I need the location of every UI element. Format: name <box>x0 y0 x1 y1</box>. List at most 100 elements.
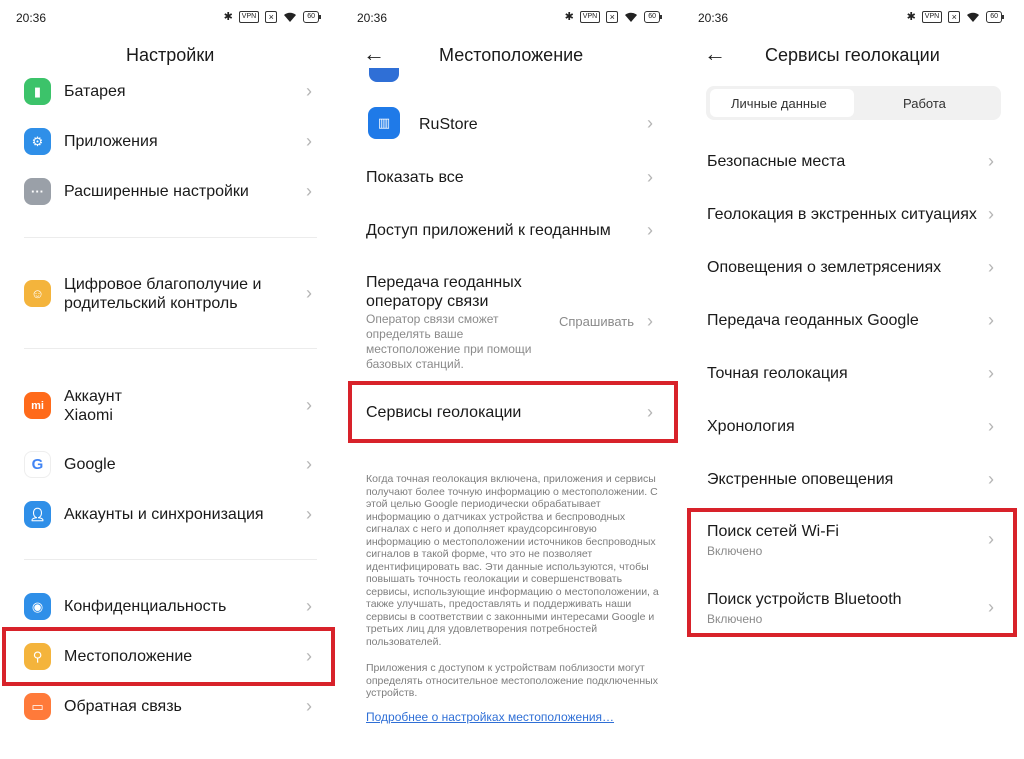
feedback-icon: ▭ <box>24 693 51 720</box>
item-label: Аккаунты и синхронизация <box>64 506 264 523</box>
geo-services-panel: 20:36 ✱ VPN × 60 ← Сервисы геолокации Ли… <box>682 0 1024 759</box>
settings-item-feedback[interactable]: ▭ Обратная связь › <box>0 691 341 721</box>
chevron-right-icon: › <box>988 363 994 383</box>
settings-item-advanced[interactable]: ··· Расширенные настройки › <box>0 176 341 206</box>
item-label: Оповещения о землетрясениях <box>707 259 942 276</box>
settings-panel: 20:36 ✱ VPN × 60 Настройки ▮ Батарея › ⚙… <box>0 0 341 759</box>
eye-icon: ◉ <box>24 593 51 620</box>
chevron-right-icon: › <box>306 283 312 303</box>
timeline-item[interactable]: Хронология › <box>682 415 1024 439</box>
emergency-location-item[interactable]: Геолокация в экстренных ситуациях › <box>682 203 1024 227</box>
carrier-geodata-item[interactable]: Передача геоданных оператору связи Опера… <box>341 272 682 372</box>
settings-item-battery[interactable]: ▮ Батарея › <box>0 76 341 106</box>
precise-location-item[interactable]: Точная геолокация › <box>682 362 1024 386</box>
divider <box>24 237 317 238</box>
app-icon-partial <box>369 68 399 82</box>
status-bar: 20:36 ✱ VPN × 60 <box>341 8 682 28</box>
chevron-right-icon: › <box>306 504 312 524</box>
settings-item-privacy[interactable]: ◉ Конфиденциальность › <box>0 591 341 621</box>
more-dots-icon: ··· <box>24 178 51 205</box>
location-description: Когда точная геолокация включена, прилож… <box>366 473 659 648</box>
item-label: Приложения <box>64 133 158 150</box>
chevron-right-icon: › <box>988 469 994 489</box>
divider <box>24 559 317 560</box>
sim-off-icon: × <box>606 10 619 23</box>
wifi-icon <box>966 11 980 23</box>
chevron-right-icon: › <box>306 81 312 101</box>
item-label: Батарея <box>64 83 126 100</box>
item-label: Точная геолокация <box>707 365 848 382</box>
vpn-icon: VPN <box>921 10 943 23</box>
item-label: Доступ приложений к геоданным <box>366 222 611 239</box>
gear-icon: ⚙ <box>24 128 51 155</box>
bluetooth-icon: ✱ <box>564 11 574 23</box>
settings-item-wellbeing[interactable]: ☺ Цифровое благополучие и родительский к… <box>0 272 341 316</box>
item-label: Геолокация в экстренных ситуациях <box>707 206 977 223</box>
item-label: Безопасные места <box>707 153 846 170</box>
battery-icon: 60 <box>644 10 662 23</box>
bluetooth-icon: ✱ <box>906 11 916 23</box>
battery-icon: 60 <box>303 10 321 23</box>
page-title: Сервисы геолокации <box>765 45 940 65</box>
page-title: Местоположение <box>439 45 584 65</box>
chevron-right-icon: › <box>647 167 653 187</box>
emergency-alerts-item[interactable]: Экстренные оповещения › <box>682 468 1024 492</box>
back-arrow-icon[interactable]: ← <box>704 42 726 66</box>
profile-tabs: Личные данные Работа <box>706 86 1001 120</box>
google-location-sharing-item[interactable]: Передача геоданных Google › <box>682 309 1024 333</box>
item-label: RuStore <box>419 116 478 133</box>
chevron-right-icon: › <box>306 454 312 474</box>
highlight-box <box>348 381 678 443</box>
status-time: 20:36 <box>16 11 47 25</box>
status-bar: 20:36 ✱ VPN × 60 <box>682 8 1024 28</box>
chevron-right-icon: › <box>988 416 994 436</box>
wifi-icon <box>624 11 638 23</box>
item-label: Обратная связь <box>64 698 182 715</box>
earthquake-alerts-item[interactable]: Оповещения о землетрясениях › <box>682 256 1024 280</box>
item-label: Конфиденциальность <box>64 598 227 615</box>
settings-item-xiaomi-account[interactable]: mi Аккаунт Xiaomi › <box>0 384 341 428</box>
status-bar: 20:36 ✱ VPN × 60 <box>0 8 341 28</box>
divider <box>24 348 317 349</box>
rustore-icon: ▥ <box>368 107 400 139</box>
chevron-right-icon: › <box>988 310 994 330</box>
battery-icon: 60 <box>986 10 1004 23</box>
item-label: Передача геоданных Google <box>707 312 919 329</box>
app-item-rustore[interactable]: ▥ RuStore › <box>341 106 682 140</box>
xiaomi-logo-icon: mi <box>24 392 51 419</box>
chevron-right-icon: › <box>988 257 994 277</box>
vpn-icon: VPN <box>238 10 260 23</box>
item-label: Передача геоданных оператору связи <box>366 274 522 310</box>
item-label: Хронология <box>707 418 795 435</box>
highlight-box <box>2 627 335 686</box>
status-time: 20:36 <box>357 11 388 25</box>
user-icon: 👤︎ <box>24 501 51 528</box>
location-settings-link[interactable]: Подробнее о настройках местоположения… <box>366 710 614 724</box>
app-access-item[interactable]: Доступ приложений к геоданным › <box>341 219 682 243</box>
chevron-right-icon: › <box>306 395 312 415</box>
battery-app-icon: ▮ <box>24 78 51 105</box>
back-arrow-icon[interactable]: ← <box>363 42 385 66</box>
chevron-right-icon: › <box>306 696 312 716</box>
item-label: Google <box>64 456 116 473</box>
tab-work[interactable]: Работа <box>903 96 946 111</box>
chevron-right-icon: › <box>306 596 312 616</box>
item-label: Расширенные настройки <box>64 183 249 200</box>
location-panel: 20:36 ✱ VPN × 60 ← Местоположение ▥ RuSt… <box>341 0 682 759</box>
item-value: Спрашивать <box>559 314 635 329</box>
status-time: 20:36 <box>698 11 729 25</box>
chevron-right-icon: › <box>647 311 653 331</box>
google-icon: G <box>24 451 51 478</box>
safe-places-item[interactable]: Безопасные места › <box>682 150 1024 174</box>
show-all-item[interactable]: Показать все › <box>341 166 682 190</box>
item-sublabel: Оператор связи сможет определять ваше ме… <box>366 312 532 371</box>
wellbeing-icon: ☺ <box>24 280 51 307</box>
settings-item-google[interactable]: G Google › <box>0 449 341 479</box>
tab-personal[interactable]: Личные данные <box>731 96 827 111</box>
settings-item-accounts-sync[interactable]: 👤︎ Аккаунты и синхронизация › <box>0 499 341 529</box>
sim-off-icon: × <box>265 10 278 23</box>
highlight-box <box>687 508 1017 637</box>
settings-item-apps[interactable]: ⚙ Приложения › <box>0 126 341 156</box>
nearby-devices-description: Приложения с доступом к устройствам побл… <box>366 662 658 699</box>
chevron-right-icon: › <box>647 220 653 240</box>
